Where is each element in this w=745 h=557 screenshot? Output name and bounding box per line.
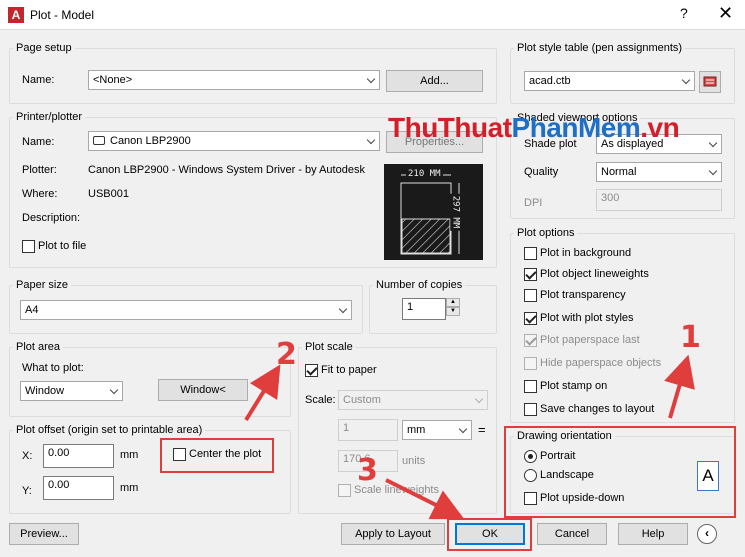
arrow-1 [664,354,695,419]
annotation-number-2: 2 [276,337,297,372]
arrow-2 [244,364,281,422]
annotation-number-3: 3 [357,453,378,488]
annotation-number-1: 1 [680,320,701,355]
arrow-3 [385,478,465,520]
